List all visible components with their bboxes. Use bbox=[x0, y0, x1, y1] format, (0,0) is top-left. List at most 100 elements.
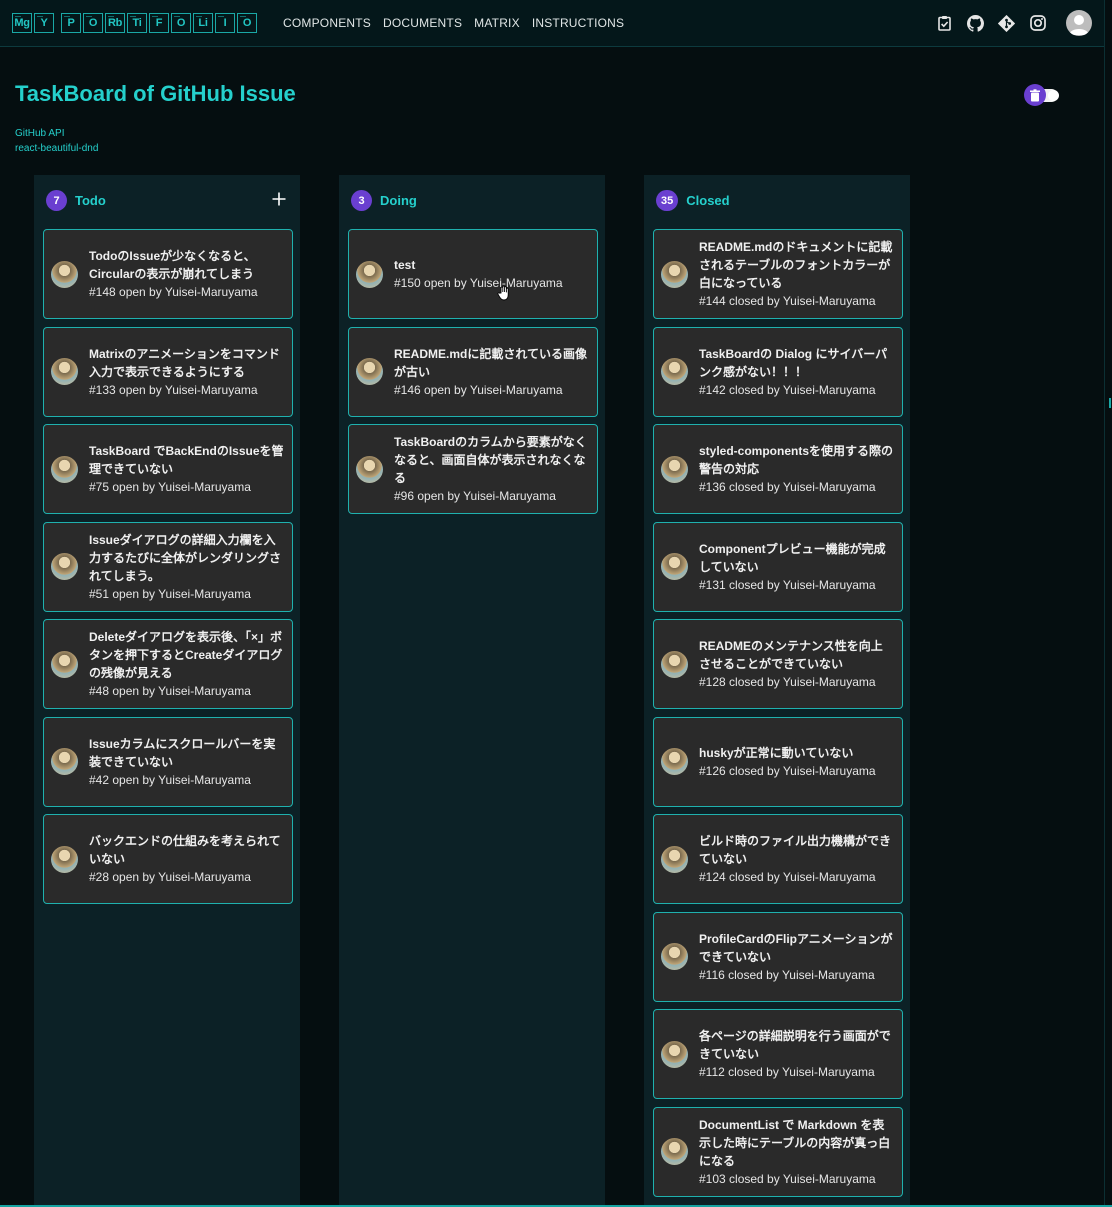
issue-title: DocumentList で Markdown を表示した時にテーブルの内容が真… bbox=[699, 1117, 891, 1168]
page-scrollbar[interactable] bbox=[1104, 0, 1112, 1207]
issue-card[interactable]: Componentプレビュー機能が完成していない #131 closed by Y… bbox=[653, 521, 903, 612]
author-avatar bbox=[661, 455, 688, 483]
issue-meta: #112 closed by Yuisei-Maruyama bbox=[699, 1065, 875, 1079]
issue-card[interactable]: 各ページの詳細説明を行う画面ができていない #112 closed by Yuis… bbox=[653, 1009, 903, 1099]
git-icon[interactable] bbox=[998, 14, 1015, 32]
card-list: test #150 open by Yuisei-Maruyama README.m… bbox=[348, 229, 598, 522]
issue-title: 各ページの詳細説明を行う画面ができていない bbox=[699, 1029, 891, 1061]
logo-group: P O Rb Ti F O Li I O bbox=[61, 13, 257, 33]
issue-meta: #150 open by Yuisei-Maruyama bbox=[394, 276, 563, 290]
issue-card[interactable]: styled-componentsを使用する際の警告の対応 #136 closed… bbox=[653, 424, 903, 514]
author-avatar bbox=[51, 260, 78, 288]
clipboard-check-icon[interactable] bbox=[936, 15, 953, 32]
add-issue-button[interactable] bbox=[271, 191, 287, 207]
issue-meta: #148 open by Yuisei-Maruyama bbox=[89, 285, 258, 299]
nav-components[interactable]: COMPONENTS bbox=[283, 16, 371, 30]
issue-text: test #150 open by Yuisei-Maruyama bbox=[394, 256, 589, 292]
logo-element-tile: O bbox=[83, 13, 103, 33]
issue-card[interactable]: DocumentList で Markdown を表示した時にテーブルの内容が真… bbox=[653, 1106, 903, 1197]
issue-card[interactable]: README.mdのドキュメントに記載されるテーブルのフォントカラーが白になって… bbox=[653, 229, 903, 319]
issue-meta: #51 open by Yuisei-Maruyama bbox=[89, 586, 251, 601]
column-title: Doing bbox=[380, 193, 417, 208]
logo-element-tile: Rb bbox=[105, 13, 125, 33]
author-avatar bbox=[661, 943, 688, 970]
logo-element-tile: F bbox=[149, 13, 169, 33]
hand-cursor-icon bbox=[497, 285, 509, 301]
issue-card[interactable]: TaskBoardのカラムから要素がなくなると、画面自体が表示されなくなる #96… bbox=[348, 424, 598, 514]
nav-instructions[interactable]: INSTRUCTIONS bbox=[532, 16, 624, 30]
issue-card[interactable]: ProfileCardのFlipアニメーションができていない #116 close… bbox=[653, 911, 903, 1002]
issue-text: READMEのメンテナンス性を向上させることができていない #128 closed… bbox=[699, 637, 894, 691]
issue-card[interactable]: バックエンドの仕組みを考えられていない #28 open by Yuisei-Ma… bbox=[43, 814, 293, 904]
header-icons bbox=[936, 10, 1092, 36]
issue-title: TaskBoard でBackEndのIssueを管理できていない bbox=[89, 444, 284, 476]
issue-meta: #96 open by Yuisei-Maruyama bbox=[394, 489, 556, 503]
author-avatar bbox=[661, 1138, 688, 1165]
page-title: TaskBoard of GitHub Issue bbox=[15, 81, 296, 106]
issue-text: TaskBoard でBackEndのIssueを管理できていない #75 ope… bbox=[89, 442, 284, 496]
issue-meta: #146 open by Yuisei-Maruyama bbox=[394, 382, 563, 397]
author-avatar bbox=[661, 358, 688, 385]
logo-element-tile: Ti bbox=[127, 13, 147, 33]
issue-title: Componentプレビュー機能が完成していない bbox=[699, 541, 886, 574]
plus-icon bbox=[272, 192, 286, 206]
issue-meta: #28 open by Yuisei-Maruyama bbox=[89, 870, 251, 884]
issue-text: huskyが正常に動いていない #126 closed by Yuisei-Mar… bbox=[699, 744, 894, 780]
issue-text: ProfileCardのFlipアニメーションができていない #116 close… bbox=[699, 930, 894, 984]
column-title: Todo bbox=[75, 193, 106, 208]
delete-mode-toggle[interactable] bbox=[1024, 84, 1060, 106]
issue-meta: #126 closed by Yuisei-Maruyama bbox=[699, 763, 876, 778]
issue-text: README.mdに記載されている画像が古い #146 open by Yuise… bbox=[394, 345, 589, 399]
card-list: README.mdのドキュメントに記載されるテーブルのフォントカラーが白になって… bbox=[653, 229, 903, 1204]
nav-documents[interactable]: DOCUMENTS bbox=[383, 16, 462, 30]
issue-card[interactable]: TaskBoard でBackEndのIssueを管理できていない #75 ope… bbox=[43, 424, 293, 514]
issue-card[interactable]: test #150 open by Yuisei-Maruyama bbox=[348, 229, 598, 319]
column-title: Closed bbox=[686, 193, 730, 208]
scrollbar-thumb[interactable] bbox=[1109, 398, 1111, 408]
site-logo[interactable]: Mg Y P O Rb Ti F O Li I O bbox=[12, 13, 264, 33]
author-avatar bbox=[51, 553, 78, 580]
issue-meta: #144 closed by Yuisei-Maruyama bbox=[699, 294, 876, 308]
issue-card[interactable]: TaskBoardの Dialog にサイバーパンク感がない！！！ #142 cl… bbox=[653, 326, 903, 417]
main-nav: COMPONENTS DOCUMENTS MATRIX INSTRUCTIONS bbox=[283, 16, 624, 30]
logo-element-tile: O bbox=[171, 13, 191, 33]
github-icon[interactable] bbox=[967, 14, 984, 32]
issue-text: TodoのIssueが少なくなると、Circularの表示が崩れてしまう #148… bbox=[89, 247, 284, 301]
issue-card[interactable]: Issueダイアログの詳細入力欄を入力するたびに全体がレンダリングされてしまう。… bbox=[43, 521, 293, 612]
issue-card[interactable]: READMEのメンテナンス性を向上させることができていない #128 closed… bbox=[653, 619, 903, 709]
account-avatar-icon[interactable] bbox=[1066, 10, 1092, 36]
app-bar: Mg Y P O Rb Ti F O Li I O COMPONENTS DOCUMENTS MAT… bbox=[0, 0, 1104, 47]
nav-matrix[interactable]: MATRIX bbox=[474, 16, 520, 30]
issue-meta: #42 open by Yuisei-Maruyama bbox=[89, 772, 251, 787]
author-avatar bbox=[661, 748, 688, 775]
author-avatar bbox=[51, 650, 78, 678]
issue-card[interactable]: Matrixのアニメーションをコマンド入力で表示できるようにする #133 ope… bbox=[43, 326, 293, 417]
column-header: 7 Todo bbox=[46, 190, 106, 211]
author-avatar bbox=[51, 455, 78, 483]
link-react-beautiful-dnd[interactable]: react-beautiful-dnd bbox=[15, 142, 98, 155]
author-avatar bbox=[661, 553, 688, 580]
issue-card[interactable]: huskyが正常に動いていない #126 closed by Yuisei-Mar… bbox=[653, 716, 903, 807]
issue-card[interactable]: Issueカラムにスクロールバーを実装できていない #42 open by Yui… bbox=[43, 716, 293, 807]
issue-meta: #116 closed by Yuisei-Maruyama bbox=[699, 967, 875, 982]
author-avatar bbox=[661, 260, 688, 288]
issue-title: ビルド時のファイル出力機構ができていない bbox=[699, 834, 892, 866]
issue-meta: #133 open by Yuisei-Maruyama bbox=[89, 382, 258, 397]
issue-text: TaskBoardの Dialog にサイバーパンク感がない！！！ #142 cl… bbox=[699, 345, 894, 399]
issue-title: Matrixのアニメーションをコマンド入力で表示できるようにする bbox=[89, 346, 280, 379]
trash-icon bbox=[1024, 84, 1046, 106]
reference-links: GitHub API react-beautiful-dnd bbox=[15, 127, 98, 155]
issue-card[interactable]: TodoのIssueが少なくなると、Circularの表示が崩れてしまう #148… bbox=[43, 229, 293, 319]
issue-card[interactable]: Deleteダイアログを表示後、「×」ボタンを押下するとCreateダイアログの… bbox=[43, 619, 293, 709]
author-avatar bbox=[356, 260, 383, 288]
issue-card[interactable]: ビルド時のファイル出力機構ができていない #124 closed by Yuise… bbox=[653, 814, 903, 904]
author-avatar bbox=[661, 650, 688, 678]
instagram-icon[interactable] bbox=[1029, 15, 1046, 32]
link-github-api[interactable]: GitHub API bbox=[15, 127, 98, 140]
column-doing: 3 Doing test #150 open by Yuisei-Maruyama RE… bbox=[339, 175, 605, 1207]
issue-meta: #48 open by Yuisei-Maruyama bbox=[89, 684, 251, 698]
issue-text: styled-componentsを使用する際の警告の対応 #136 closed… bbox=[699, 442, 894, 496]
author-avatar bbox=[661, 845, 688, 873]
author-avatar bbox=[356, 455, 383, 483]
issue-card[interactable]: README.mdに記載されている画像が古い #146 open by Yuise… bbox=[348, 326, 598, 417]
